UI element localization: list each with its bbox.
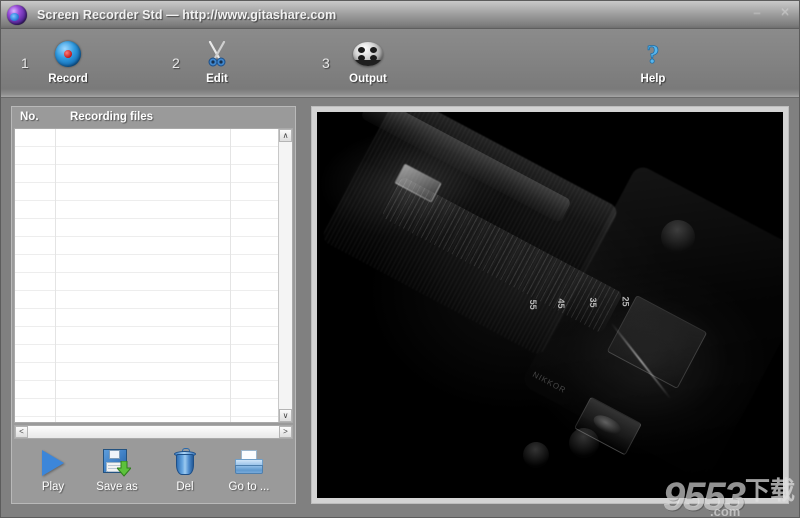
window-title: Screen Recorder Std — http://www.gitasha…: [37, 7, 337, 22]
preview-frame: NIKKOR 55 45 35 25: [311, 106, 789, 504]
focal-mark-55: 55: [528, 299, 539, 310]
svg-text:?: ?: [647, 40, 660, 68]
list-vertical-scrollbar[interactable]: ∧ ∨: [278, 129, 292, 422]
play-button[interactable]: Play: [22, 447, 84, 493]
film-reel-icon: [332, 39, 404, 69]
recording-files-list[interactable]: ∧ ∨: [14, 128, 293, 423]
step-number-1: 1: [21, 55, 29, 71]
scissors-icon: [181, 39, 253, 69]
question-mark-icon: ?: [617, 39, 689, 69]
horizontal-scroll-track[interactable]: [28, 426, 279, 438]
scroll-right-button[interactable]: >: [279, 426, 292, 438]
focal-mark-25: 25: [620, 296, 631, 307]
titlebar[interactable]: Screen Recorder Std — http://www.gitasha…: [1, 1, 799, 29]
scroll-down-button[interactable]: ∨: [279, 409, 292, 422]
floppy-save-icon: [86, 447, 148, 479]
go-to-button-label: Go to ...: [228, 481, 270, 493]
close-button[interactable]: ✕: [775, 4, 795, 21]
save-as-button-label: Save as: [96, 481, 138, 493]
close-icon: ✕: [779, 5, 791, 19]
scroll-left-button[interactable]: <: [15, 426, 28, 438]
toolbar-step-record-label: Record: [48, 73, 88, 85]
step-number-3: 3: [322, 55, 330, 71]
toolbar-help-label: Help: [640, 73, 666, 85]
list-horizontal-scrollbar[interactable]: < >: [14, 425, 293, 439]
toolbar-step-edit-label: Edit: [206, 73, 228, 85]
recording-files-panel: No. Recording files ∧ ∨ < > Play Save as…: [11, 106, 296, 504]
delete-button-label: Del: [176, 481, 194, 493]
toolbar-help[interactable]: ? Help: [617, 31, 689, 85]
minimize-icon: –: [753, 5, 761, 19]
toolbar-step-edit[interactable]: Edit: [181, 31, 253, 85]
scroll-up-button[interactable]: ∧: [279, 129, 292, 142]
main-body: No. Recording files ∧ ∨ < > Play Save as…: [1, 98, 799, 517]
step-number-2: 2: [172, 55, 180, 71]
play-triangle-icon: [22, 447, 84, 479]
toolbar-step-output-label: Output: [349, 73, 387, 85]
toolbar-step-record[interactable]: Record: [32, 31, 104, 85]
window-controls: – ✕: [747, 4, 795, 21]
column-header-recording-files: Recording files: [70, 111, 154, 123]
list-column-headers: No. Recording files: [12, 107, 295, 128]
delete-button[interactable]: Del: [154, 447, 216, 493]
save-as-button[interactable]: Save as: [86, 447, 148, 493]
action-button-bar: Play Save as Del Go to ...: [14, 443, 293, 501]
go-to-button[interactable]: Go to ...: [218, 447, 280, 493]
app-sphere-icon: [7, 4, 27, 25]
minimize-button[interactable]: –: [747, 4, 767, 21]
record-disc-icon: [32, 39, 104, 69]
toolbar-step-output[interactable]: Output: [332, 31, 404, 85]
focal-mark-45: 45: [555, 298, 566, 309]
play-button-label: Play: [41, 481, 65, 493]
preview-photo: NIKKOR 55 45 35 25: [317, 112, 783, 498]
trash-can-icon: [154, 447, 216, 479]
focal-mark-35: 35: [588, 297, 599, 308]
open-folder-icon: [218, 447, 280, 479]
column-header-no: No.: [20, 111, 39, 123]
column-divider-1: [55, 129, 56, 422]
video-preview[interactable]: NIKKOR 55 45 35 25: [317, 112, 783, 498]
toolbar: 1 Record 2 Edit 3 Output ? Help: [1, 29, 799, 98]
column-divider-2: [230, 129, 231, 422]
app-window: Screen Recorder Std — http://www.gitasha…: [0, 0, 800, 518]
list-grid: [15, 129, 279, 422]
vertical-scroll-track[interactable]: [279, 142, 292, 409]
